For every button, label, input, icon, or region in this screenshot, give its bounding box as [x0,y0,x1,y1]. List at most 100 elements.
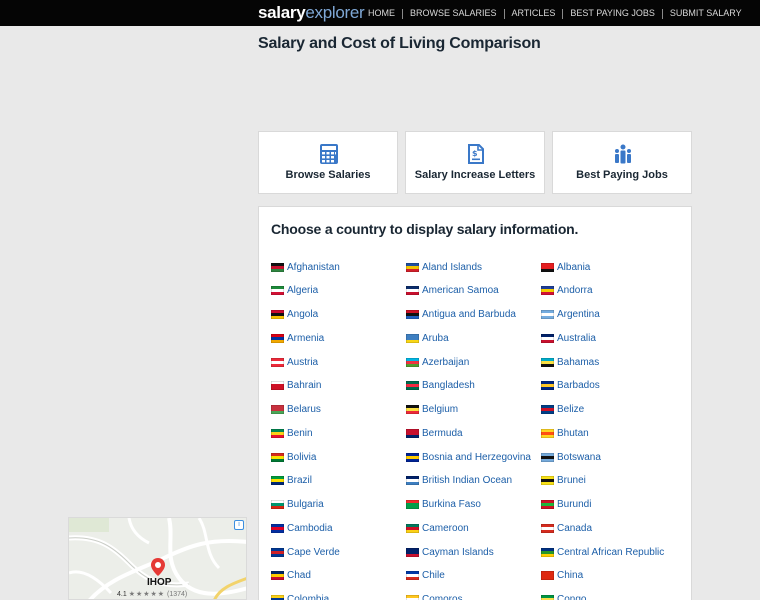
country-link[interactable]: Belarus [271,403,406,417]
country-link[interactable]: Brazil [271,474,406,488]
country-name: Botswana [557,451,601,463]
country-link[interactable]: Argentina [541,308,687,322]
flag-icon [271,547,284,557]
country-name: Argentina [557,309,600,321]
flag-icon [406,333,419,343]
flag-icon [406,571,419,581]
logo-salary: salary [258,3,306,22]
nav-submit-salary[interactable]: SUBMIT SALARY [670,8,742,19]
country-link[interactable]: Canada [541,521,687,535]
browse-salaries-card[interactable]: Browse Salaries [258,131,398,194]
country-link[interactable]: China [541,569,687,583]
country-link[interactable]: Bermuda [406,426,541,440]
country-grid: Afghanistan Aland Islands Albania Algeria Am… [271,260,687,600]
country-link[interactable]: Cape Verde [271,545,406,559]
country-link[interactable]: Aruba [406,331,541,345]
place-rating: 4.1 ★★★★★ (1374) [117,590,187,598]
country-link[interactable]: Algeria [271,284,406,298]
flag-icon [541,595,554,600]
map-advertisement[interactable]: i IHOP 4.1 ★★★★★ (1374) [68,517,247,600]
country-name: Burkina Faso [422,499,481,511]
country-name: Belgium [422,404,459,416]
flag-icon [406,523,419,533]
country-link[interactable]: Chile [406,569,541,583]
country-link[interactable]: Belize [541,403,687,417]
country-link[interactable]: Congo [541,593,687,600]
flag-icon [406,500,419,510]
flag-icon [406,381,419,391]
country-link[interactable]: Colombia [271,593,406,600]
country-link[interactable]: Bhutan [541,426,687,440]
rating-stars-icon: ★★★★★ [128,591,166,598]
country-name: Algeria [287,285,319,297]
calculator-icon [319,144,339,164]
nav-browse-salaries[interactable]: BROWSE SALARIES [410,8,497,19]
flag-icon [271,476,284,486]
country-name: Afghanistan [287,261,340,273]
country-name: Andorra [557,285,593,297]
flag-icon [541,428,554,438]
country-name: Chile [422,570,445,582]
country-link[interactable]: British Indian Ocean [406,474,541,488]
country-link[interactable]: Azerbaijan [406,355,541,369]
flag-icon [271,452,284,462]
salary-increase-letters-card[interactable]: $ Salary Increase Letters [405,131,545,194]
country-link[interactable]: Benin [271,426,406,440]
country-name: Belize [557,404,585,416]
country-name: Cayman Islands [422,546,494,558]
country-link[interactable]: Brunei [541,474,687,488]
flag-icon [271,357,284,367]
country-link[interactable]: Afghanistan [271,260,406,274]
flag-icon [271,500,284,510]
country-link[interactable]: Australia [541,331,687,345]
country-link[interactable]: Chad [271,569,406,583]
country-link[interactable]: Central African Republic [541,545,687,559]
site-logo[interactable]: salaryexplorer [258,2,365,24]
country-link[interactable]: American Samoa [406,284,541,298]
country-link[interactable]: Angola [271,308,406,322]
country-link[interactable]: Bulgaria [271,498,406,512]
country-list-heading: Choose a country to display salary infor… [271,221,579,237]
country-name: Colombia [287,594,330,600]
flag-icon [406,476,419,486]
nav-home[interactable]: HOME [368,8,395,19]
country-name: Bangladesh [422,380,475,392]
country-link[interactable]: Antigua and Barbuda [406,308,541,322]
country-link[interactable]: Cayman Islands [406,545,541,559]
country-link[interactable]: Burundi [541,498,687,512]
flag-icon [541,286,554,296]
country-link[interactable]: Armenia [271,331,406,345]
salary-increase-letters-label: Salary Increase Letters [414,169,536,181]
country-link[interactable]: Belgium [406,403,541,417]
flag-icon [541,310,554,320]
country-link[interactable]: Bahrain [271,379,406,393]
country-name: Aland Islands [422,261,483,273]
country-link[interactable]: Aland Islands [406,260,541,274]
country-link[interactable]: Bolivia [271,450,406,464]
nav-articles[interactable]: ARTICLES [512,8,556,19]
main-nav: HOME BROWSE SALARIES ARTICLES BEST PAYIN… [368,8,742,19]
ad-info-icon[interactable]: i [234,520,244,530]
nav-divider [503,8,505,19]
country-link[interactable]: Comoros [406,593,541,600]
flag-icon [271,381,284,391]
country-link[interactable]: Burkina Faso [406,498,541,512]
country-link[interactable]: Bosnia and Herzegovina [406,450,541,464]
country-link[interactable]: Bangladesh [406,379,541,393]
nav-best-paying-jobs[interactable]: BEST PAYING JOBS [570,8,655,19]
country-link[interactable]: Botswana [541,450,687,464]
country-link[interactable]: Cameroon [406,521,541,535]
best-paying-jobs-card[interactable]: Best Paying Jobs [552,131,692,194]
country-link[interactable]: Albania [541,260,687,274]
country-link[interactable]: Bahamas [541,355,687,369]
country-name: Brazil [287,475,313,487]
country-link[interactable]: Austria [271,355,406,369]
country-link[interactable]: Barbados [541,379,687,393]
country-link[interactable]: Andorra [541,284,687,298]
flag-icon [271,571,284,581]
country-name: Chad [287,570,311,582]
country-name: Cameroon [422,522,469,534]
flag-icon [271,262,284,272]
country-link[interactable]: Cambodia [271,521,406,535]
country-name: American Samoa [422,285,499,297]
